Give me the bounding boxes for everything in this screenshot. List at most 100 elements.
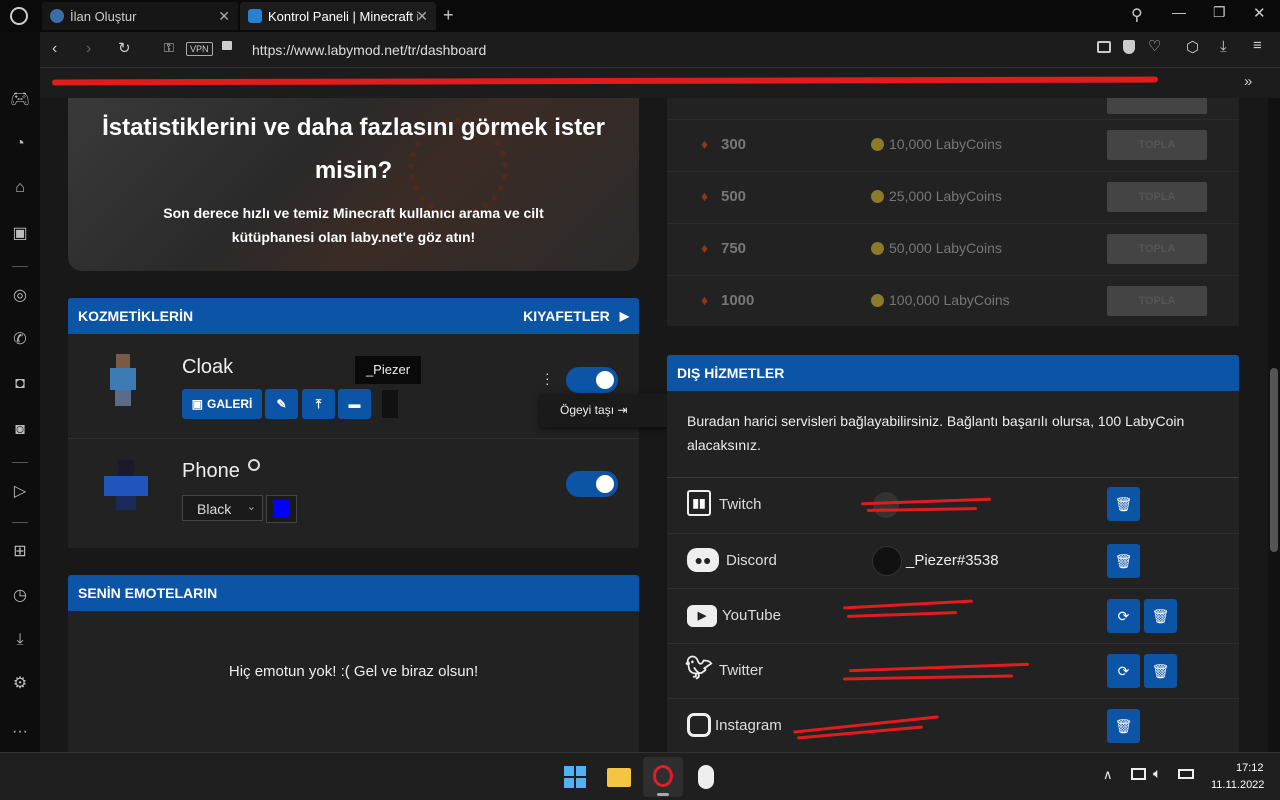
menu-icon[interactable]: ≡ (1253, 37, 1262, 54)
service-name: Discord (726, 552, 777, 569)
clock-date[interactable]: 11.11.2022 (1211, 779, 1264, 791)
delete-instagram-button[interactable]: 🗑︎ (1107, 709, 1140, 743)
reward-coins-label: 100,000 LabyCoins (889, 292, 1010, 308)
camera-icon[interactable] (1097, 41, 1111, 53)
folder-button[interactable]: ▬ (338, 389, 371, 419)
collect-button[interactable]: TOPLA (1107, 182, 1207, 212)
collect-button[interactable]: TOPLA (1107, 286, 1207, 316)
emotes-card: SENİN EMOTELARIN Hiç emotun yok! :( Gel … (68, 575, 639, 752)
search-tabs-icon[interactable]: ⚲ (1131, 5, 1143, 25)
tab-label: İlan Oluştur (70, 8, 137, 24)
close-tab-icon[interactable]: ✕ (416, 8, 428, 25)
close-tab-icon[interactable]: ✕ (218, 8, 230, 25)
monitor-icon[interactable] (1131, 768, 1146, 780)
twitch-icon[interactable]: ▣ (10, 224, 30, 244)
start-icon[interactable] (564, 766, 586, 788)
service-name: Instagram (715, 717, 782, 734)
scrollbar-thumb[interactable] (1270, 368, 1278, 552)
reward-row: ♦ 500 25,000 LabyCoins TOPLA (667, 172, 1239, 224)
maximize-icon[interactable]: ❐ (1213, 4, 1226, 21)
player-icon[interactable]: ▷ (10, 482, 30, 502)
labynet-banner[interactable]: İstatistiklerini ve daha fazlasını görme… (68, 98, 639, 271)
phone-toggle[interactable] (566, 471, 618, 497)
vpn-badge[interactable]: VPN (186, 42, 213, 56)
sign-out-icon: ⇥ (617, 403, 628, 417)
service-row-youtube: ▶ YouTube ⟳ 🗑︎ (667, 588, 1239, 643)
outfits-link-label: KIYAFETLER (523, 308, 610, 324)
tab-ilan-olustur[interactable]: İlan Oluştur ✕ (42, 2, 238, 30)
opera-taskbar-icon[interactable] (643, 757, 683, 797)
cosmetics-title: KOZMETİKLERİN (78, 308, 194, 324)
tray-chevron-icon[interactable]: ∧ (1103, 767, 1113, 783)
delete-twitter-button[interactable]: 🗑︎ (1144, 654, 1177, 688)
mouse-app-icon[interactable] (698, 765, 714, 789)
clock-time[interactable]: 17:12 (1236, 762, 1264, 774)
collect-button[interactable]: TOPLA (1107, 130, 1207, 160)
history-icon[interactable]: ◷ (10, 586, 30, 606)
service-name: Twitter (719, 662, 764, 679)
external-services-card: DIŞ HİZMETLER Buradan harici servisleri … (667, 355, 1239, 752)
collect-button[interactable]: TOPLA (1107, 234, 1207, 264)
upload-button[interactable]: ⤒ (302, 389, 335, 419)
edit-button[interactable]: ✎ (265, 389, 298, 419)
tab-label: Kontrol Paneli | Minecraft ic (268, 8, 418, 24)
reward-coins-label: 10,000 LabyCoins (889, 136, 1002, 152)
settings-icon[interactable]: ⚙ (10, 674, 30, 694)
emotes-empty-text: Hiç emotun yok! :( Gel ve biraz olsun! (228, 663, 479, 680)
services-description: Buradan harici servisleri bağlayabilirsi… (687, 413, 1185, 453)
refresh-youtube-button[interactable]: ⟳ (1107, 599, 1140, 633)
phone-color-select[interactable]: Black ⌄ (182, 495, 263, 521)
shield-icon[interactable] (1123, 40, 1135, 54)
sidebar-divider (12, 462, 28, 463)
cloak-skin-preview (110, 354, 136, 406)
download-icon[interactable]: ⤓ (1220, 38, 1227, 55)
reward-coins-label: 25,000 LabyCoins (889, 188, 1002, 204)
forward-icon[interactable]: › (86, 40, 91, 58)
file-explorer-icon[interactable] (607, 768, 631, 787)
workspaces-icon[interactable]: ⊞ (10, 542, 30, 562)
tab-kontrol-paneli[interactable]: Kontrol Paneli | Minecraft ic ✕ (240, 2, 436, 30)
key-icon[interactable]: ⚿ (164, 40, 174, 56)
labycoin-icon (871, 294, 884, 307)
instagram-icon[interactable]: ◘ (10, 374, 30, 394)
minimize-icon[interactable]: — (1172, 4, 1186, 20)
refresh-twitter-button[interactable]: ⟳ (1107, 654, 1140, 688)
opera-logo-icon[interactable] (10, 7, 28, 25)
url-field[interactable]: https://www.labymod.net/tr/dashboard (252, 42, 486, 58)
fire-icon: ♦ (701, 136, 709, 152)
new-tab-icon[interactable]: + (443, 5, 454, 26)
reload-icon[interactable]: ↻ (118, 39, 131, 57)
messenger-icon[interactable]: ◎ (10, 286, 30, 306)
kebab-menu-icon[interactable]: · · · (545, 366, 550, 390)
volume-icon[interactable]: 🔈︎ (1153, 765, 1161, 782)
reward-amount: 1000 (721, 292, 755, 309)
heart-icon[interactable]: ♡ (1148, 37, 1161, 55)
back-icon[interactable]: ‹ (52, 40, 57, 58)
close-window-icon[interactable]: ✕ (1253, 4, 1266, 22)
phone-color-swatch[interactable] (266, 495, 297, 523)
more-icon[interactable]: ··· (10, 722, 30, 742)
banner-subtitle: Son derece hızlı ve temiz Minecraft kull… (163, 205, 544, 245)
outfits-link[interactable]: KIYAFETLER ▶ (523, 308, 629, 324)
downloads-icon[interactable]: ⤓ (10, 630, 30, 650)
redaction-mark (843, 599, 973, 610)
whatsapp-icon[interactable]: ✆ (10, 330, 30, 350)
box-icon[interactable]: ⬡ (1186, 38, 1199, 56)
discord-icon[interactable]: ◙ (10, 420, 30, 440)
bookmarks-overflow[interactable]: » (1244, 73, 1252, 90)
speed-dial-icon[interactable]: ◔ (10, 134, 30, 154)
battery-icon[interactable] (1178, 769, 1194, 779)
service-row-instagram: Instagram 🗑︎ (667, 698, 1239, 752)
delete-discord-button[interactable]: 🗑︎ (1107, 544, 1140, 578)
gallery-button[interactable]: ▣ GALERİ (182, 389, 262, 419)
emotes-title: SENİN EMOTELARIN (78, 585, 218, 601)
delete-youtube-button[interactable]: 🗑︎ (1144, 599, 1177, 633)
cloak-toggle[interactable] (566, 367, 618, 393)
gamepad-icon[interactable]: 🎮︎ (10, 90, 30, 110)
move-item-menu-item[interactable]: Ögeyi taşı ⇥ (560, 403, 627, 417)
collect-button[interactable] (1107, 98, 1207, 114)
bag-icon[interactable]: ⌂ (10, 178, 30, 198)
fire-icon: ♦ (701, 240, 709, 256)
delete-twitch-button[interactable]: 🗑︎ (1107, 487, 1140, 521)
redaction-mark (866, 507, 978, 512)
